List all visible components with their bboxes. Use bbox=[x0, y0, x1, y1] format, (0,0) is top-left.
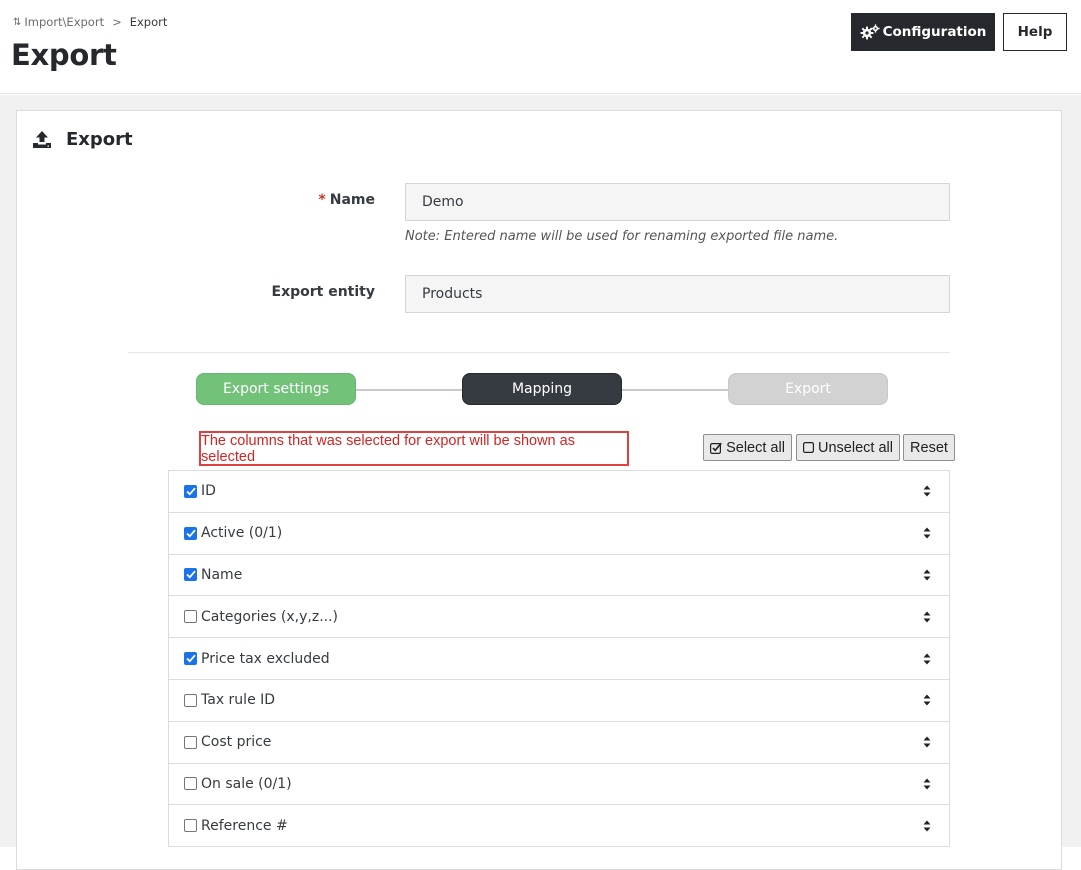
column-label: Categories (x,y,z...) bbox=[201, 608, 339, 625]
column-checkbox[interactable] bbox=[184, 735, 197, 749]
upload-icon bbox=[33, 131, 51, 148]
sort-handle-icon[interactable] bbox=[923, 653, 931, 665]
step-mapping[interactable]: Mapping bbox=[462, 373, 622, 405]
breadcrumb-separator: > bbox=[112, 15, 122, 29]
gears-icon bbox=[860, 24, 880, 40]
checkbox-empty-icon bbox=[803, 442, 815, 453]
column-checkbox[interactable] bbox=[184, 526, 197, 540]
column-label: On sale (0/1) bbox=[201, 775, 292, 792]
help-button[interactable]: Help bbox=[1003, 13, 1067, 51]
selection-alert: The columns that was selected for export… bbox=[199, 431, 629, 466]
step-connector bbox=[356, 389, 462, 391]
breadcrumb: ⇅ Import\Export > Export bbox=[13, 15, 167, 29]
column-row[interactable]: On sale (0/1) bbox=[169, 763, 949, 806]
column-label: ID bbox=[201, 483, 216, 500]
column-row[interactable]: Active (0/1) bbox=[169, 512, 949, 555]
column-checkbox[interactable] bbox=[184, 819, 197, 833]
name-label-text: Name bbox=[329, 192, 375, 208]
column-label: Active (0/1) bbox=[201, 525, 283, 542]
sort-handle-icon[interactable] bbox=[923, 569, 931, 581]
step-export[interactable]: Export bbox=[728, 373, 888, 405]
configuration-button[interactable]: Configuration bbox=[851, 13, 995, 51]
required-mark: * bbox=[318, 192, 326, 208]
sort-handle-icon[interactable] bbox=[923, 485, 931, 497]
export-entity-select[interactable]: Products bbox=[405, 275, 950, 313]
step-connector bbox=[622, 389, 728, 391]
unselect-all-button[interactable]: Unselect all bbox=[796, 434, 900, 461]
name-note: Note: Entered name will be used for rena… bbox=[405, 229, 839, 244]
column-label: Price tax excluded bbox=[201, 650, 330, 667]
configuration-label: Configuration bbox=[882, 24, 987, 40]
column-checkbox[interactable] bbox=[184, 610, 197, 624]
column-label: Reference # bbox=[201, 817, 288, 834]
export-entity-label: Export entity bbox=[271, 284, 375, 300]
card-header: Export bbox=[33, 129, 133, 150]
sort-handle-icon[interactable] bbox=[923, 611, 931, 623]
column-label: Tax rule ID bbox=[201, 692, 276, 709]
export-card: Export * Name Demo Note: Entered name wil… bbox=[16, 110, 1062, 870]
checkbox-checked-icon bbox=[710, 442, 722, 454]
column-row[interactable]: ID bbox=[169, 471, 949, 513]
breadcrumb-current: Export bbox=[129, 15, 168, 29]
select-all-label: Select all bbox=[726, 439, 785, 456]
import-export-icon: ⇅ bbox=[13, 16, 22, 28]
card-title: Export bbox=[66, 129, 133, 150]
column-row[interactable]: Reference # bbox=[169, 805, 949, 848]
name-input[interactable]: Demo bbox=[405, 183, 950, 221]
column-row[interactable]: Cost price bbox=[169, 721, 949, 764]
column-row[interactable]: Name bbox=[169, 554, 949, 597]
page-header: ⇅ Import\Export > Export Export Configur… bbox=[0, 0, 1081, 94]
column-checkbox[interactable] bbox=[184, 652, 197, 666]
column-label: Cost price bbox=[201, 734, 272, 751]
sort-handle-icon[interactable] bbox=[923, 778, 931, 790]
select-all-button[interactable]: Select all bbox=[703, 434, 792, 461]
sort-handle-icon[interactable] bbox=[923, 736, 931, 748]
column-checkbox[interactable] bbox=[184, 777, 197, 791]
column-label: Name bbox=[201, 566, 243, 583]
column-row[interactable]: Tax rule ID bbox=[169, 679, 949, 722]
step-export-settings[interactable]: Export settings bbox=[196, 373, 356, 405]
column-row[interactable]: Categories (x,y,z...) bbox=[169, 596, 949, 639]
sort-handle-icon[interactable] bbox=[923, 694, 931, 706]
column-checkbox[interactable] bbox=[184, 693, 197, 707]
section-divider bbox=[128, 352, 950, 353]
column-checkbox[interactable] bbox=[184, 484, 197, 498]
sort-handle-icon[interactable] bbox=[923, 820, 931, 832]
page-title: Export bbox=[11, 38, 117, 72]
breadcrumb-parent[interactable]: Import\Export bbox=[24, 15, 104, 29]
column-row[interactable]: Price tax excluded bbox=[169, 638, 949, 680]
column-checkbox[interactable] bbox=[184, 568, 197, 582]
column-list: ID Active (0/1) Name Categories (x,y,z..… bbox=[168, 470, 950, 848]
name-label: * Name bbox=[115, 192, 375, 208]
unselect-all-label: Unselect all bbox=[818, 439, 893, 456]
sort-handle-icon[interactable] bbox=[923, 527, 931, 539]
reset-button[interactable]: Reset bbox=[903, 434, 955, 461]
